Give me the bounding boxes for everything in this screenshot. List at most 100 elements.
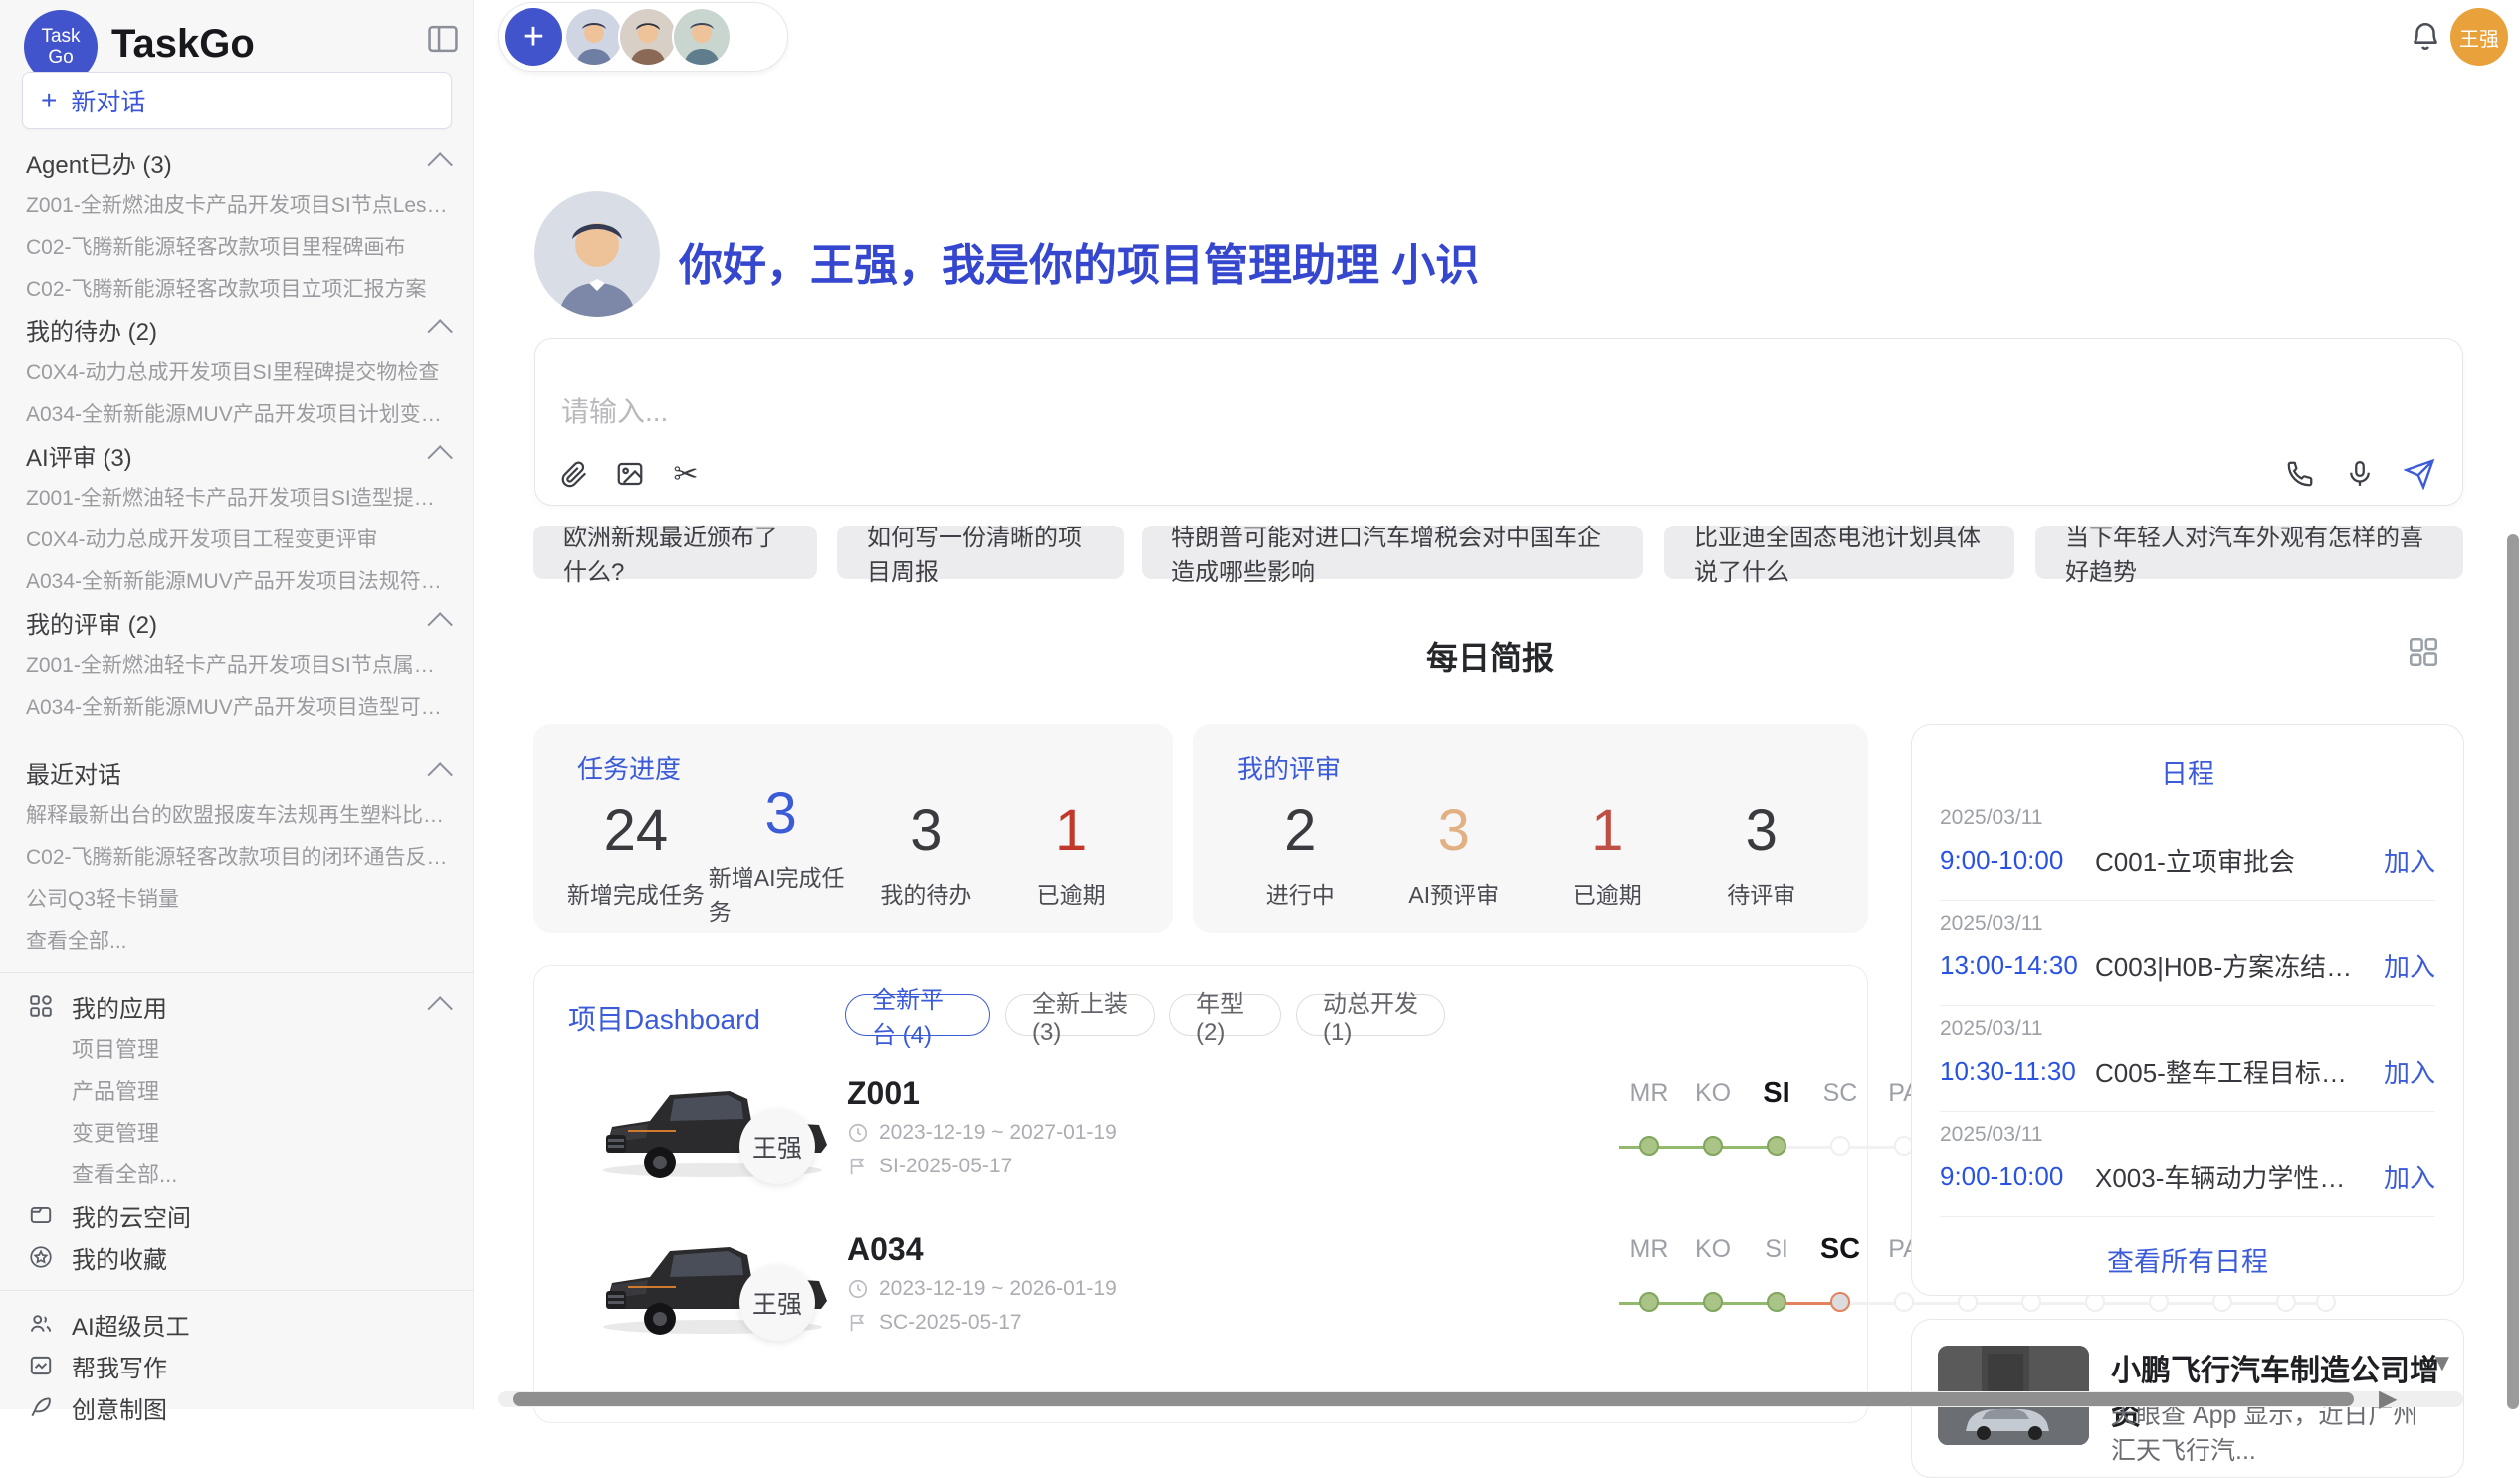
send-icon[interactable] — [2403, 457, 2436, 491]
sidebar-collapse-icon[interactable] — [424, 20, 462, 58]
vertical-scrollbar-thumb[interactable] — [2507, 534, 2519, 1409]
card-title: 我的评审 — [1237, 749, 1341, 786]
list-item[interactable]: C02-飞腾新能源轻客改款项目立项汇报方案 — [0, 267, 474, 309]
star-circle-icon — [28, 1244, 54, 1270]
section-agent-done[interactable]: Agent已办 (3) — [0, 141, 474, 183]
list-item[interactable]: A034-全新新能源MUV产品开发项目造型可行性评审 — [0, 685, 474, 727]
avatar[interactable] — [564, 7, 624, 67]
stat: 24 新增完成任务 — [563, 789, 709, 915]
filter-pill[interactable]: 年型 (2) — [1169, 994, 1281, 1036]
suggestion-chip[interactable]: 特朗普可能对进口汽车增税会对中国车企造成哪些影响 — [1142, 526, 1643, 579]
section-my-review[interactable]: 我的评审 (2) — [0, 601, 474, 643]
greeting-text: 你好，王强，我是你的项目管理助理 小识 — [679, 229, 1479, 293]
dashboard-title: 项目Dashboard — [568, 998, 760, 1038]
list-item[interactable]: 公司Q3轻卡销量 — [0, 877, 474, 919]
suggestion-chip[interactable]: 欧洲新规最近颁布了什么? — [533, 526, 817, 579]
list-item[interactable]: C02-飞腾新能源轻客改款项目里程碑画布 — [0, 225, 474, 267]
flag-icon — [847, 1156, 869, 1177]
list-item[interactable]: Z001-全新燃油轻卡产品开发项目SI造型提交物评审 — [0, 476, 474, 518]
sidebar-item-project-mgmt[interactable]: 项目管理 — [0, 1027, 474, 1069]
suggestion-chip[interactable]: 当下年轻人对汽车外观有怎样的喜好趋势 — [2035, 526, 2463, 579]
people-icon — [28, 1311, 54, 1337]
sidebar-item-my-apps[interactable]: 我的应用 — [0, 985, 474, 1027]
chat-input[interactable] — [559, 395, 1758, 429]
sidebar-item-change-mgmt[interactable]: 变更管理 — [0, 1111, 474, 1153]
view-all-apps[interactable]: 查看全部... — [0, 1153, 474, 1194]
suggestion-chip[interactable]: 如何写一份清晰的项目周报 — [837, 526, 1124, 579]
stat: 2 进行中 — [1223, 789, 1377, 915]
project-code: A034 — [847, 1231, 924, 1268]
layout-grid-icon[interactable] — [2407, 635, 2440, 669]
scroll-down-arrow-icon[interactable]: ▼ — [2430, 1352, 2454, 1375]
suggestion-chip[interactable]: 比亚迪全固态电池计划具体说了什么 — [1664, 526, 2014, 579]
list-item[interactable]: C0X4-动力总成开发项目工程变更评审 — [0, 518, 474, 559]
schedule-time: 13:00-14:30 — [1940, 950, 2095, 981]
cloud-space-icon — [28, 1202, 54, 1228]
phone-icon[interactable] — [2283, 457, 2317, 491]
card-title: 任务进度 — [577, 749, 681, 786]
new-chat-button[interactable]: + 新对话 — [22, 72, 452, 129]
daily-briefing-title: 每日简报 — [474, 633, 2506, 679]
project-flag-date: SI-2025-05-17 — [847, 1155, 1012, 1178]
sidebar-item-my-favorites[interactable]: 我的收藏 — [0, 1236, 474, 1278]
list-item[interactable]: 解释最新出台的欧盟报废车法规再生塑料比例被调至15%... — [0, 793, 474, 835]
avatar[interactable] — [618, 7, 678, 67]
divider — [1940, 1005, 2435, 1006]
notification-bell-icon[interactable] — [2409, 20, 2442, 54]
stat: 3 AI预评审 — [1377, 789, 1532, 915]
scroll-right-arrow-icon[interactable]: ▶ — [2379, 1387, 2397, 1411]
sidebar-item-product-mgmt[interactable]: 产品管理 — [0, 1069, 474, 1111]
attachment-icon[interactable] — [557, 457, 591, 491]
add-agent-button[interactable]: + — [505, 8, 562, 66]
sidebar-item-creative-drawing[interactable]: 创意制图 — [0, 1386, 474, 1428]
scissors-icon[interactable]: ✂ — [669, 457, 703, 491]
user-avatar[interactable]: 王强 — [2450, 8, 2508, 66]
schedule-time: 9:00-10:00 — [1940, 845, 2095, 876]
owner-badge: 王强 — [739, 1109, 815, 1184]
section-recent-chats[interactable]: 最近对话 — [0, 751, 474, 793]
join-button[interactable]: 加入 — [2384, 1053, 2435, 1090]
project-dates: 2023-12-19 ~ 2027-01-19 — [847, 1121, 1117, 1145]
plus-icon: + — [41, 85, 57, 116]
flag-icon — [847, 1312, 869, 1334]
composer: ✂ — [534, 338, 2463, 506]
list-item[interactable]: Z001-全新燃油轻卡产品开发项目SI节点属性5D文件评审 — [0, 643, 474, 685]
chevron-up-icon — [427, 445, 452, 470]
stat: 3 我的待办 — [854, 789, 999, 915]
list-item[interactable]: C02-飞腾新能源轻客改款项目的闭环通告反馈情况 — [0, 835, 474, 877]
sidebar-item-my-cloud[interactable]: 我的云空间 — [0, 1194, 474, 1236]
project-row[interactable]: 王强 Z001 2023-12-19 ~ 2027-01-19 SI-2025-… — [564, 1071, 1848, 1225]
list-item[interactable]: A034-全新新能源MUV产品开发项目计划变更表编写 — [0, 392, 474, 434]
filter-pill[interactable]: 全新平台 (4) — [845, 994, 990, 1036]
section-ai-review[interactable]: AI评审 (3) — [0, 434, 474, 476]
section-my-todo[interactable]: 我的待办 (2) — [0, 309, 474, 350]
list-item[interactable]: A034-全新新能源MUV产品开发项目法规符合性评审 — [0, 559, 474, 601]
horizontal-scrollbar-thumb[interactable] — [513, 1392, 2354, 1406]
schedule-item: 2025/03/11 9:00-10:00 C001-立项审批会 加入 — [1940, 806, 2435, 906]
sidebar-item-ai-super-staff[interactable]: AI超级员工 — [0, 1303, 474, 1345]
sidebar-item-help-me-write[interactable]: 帮我写作 — [0, 1345, 474, 1386]
project-code: Z001 — [847, 1075, 920, 1112]
app-title: TaskGo — [111, 22, 255, 67]
view-all-chats[interactable]: 查看全部... — [0, 919, 474, 960]
list-item[interactable]: Z001-全新燃油皮卡产品开发项目SI节点Lesson Learn报告 — [0, 183, 474, 225]
schedule-name: C001-立项审批会 — [2095, 842, 2370, 879]
list-item[interactable]: C0X4-动力总成开发项目SI里程碑提交物检查 — [0, 350, 474, 392]
avatar[interactable] — [672, 7, 732, 67]
join-button[interactable]: 加入 — [2384, 842, 2435, 879]
divider — [1940, 1111, 2435, 1112]
filter-pill[interactable]: 全新上装 (3) — [1005, 994, 1155, 1036]
my-review-card: 我的评审 2 进行中 3 AI预评审 1 已逾期 3 待评审 — [1193, 724, 1868, 933]
chevron-up-icon — [427, 319, 452, 344]
project-row[interactable]: 王强 A034 2023-12-19 ~ 2026-01-19 SC-2025-… — [564, 1227, 1848, 1381]
microphone-icon[interactable] — [2343, 457, 2377, 491]
image-icon[interactable] — [613, 457, 647, 491]
view-all-schedule-link[interactable]: 查看所有日程 — [1912, 1240, 2463, 1279]
chevron-up-icon — [427, 612, 452, 637]
task-progress-card: 任务进度 24 新增完成任务 3 新增AI完成任务 3 我的待办 1 已逾期 — [533, 724, 1173, 933]
app-logo-text-bottom: Go — [48, 47, 73, 68]
join-button[interactable]: 加入 — [2384, 948, 2435, 984]
join-button[interactable]: 加入 — [2384, 1159, 2435, 1195]
sidebar-list: Agent已办 (3) Z001-全新燃油皮卡产品开发项目SI节点Lesson … — [0, 131, 474, 1409]
filter-pill[interactable]: 动总开发 (1) — [1296, 994, 1445, 1036]
